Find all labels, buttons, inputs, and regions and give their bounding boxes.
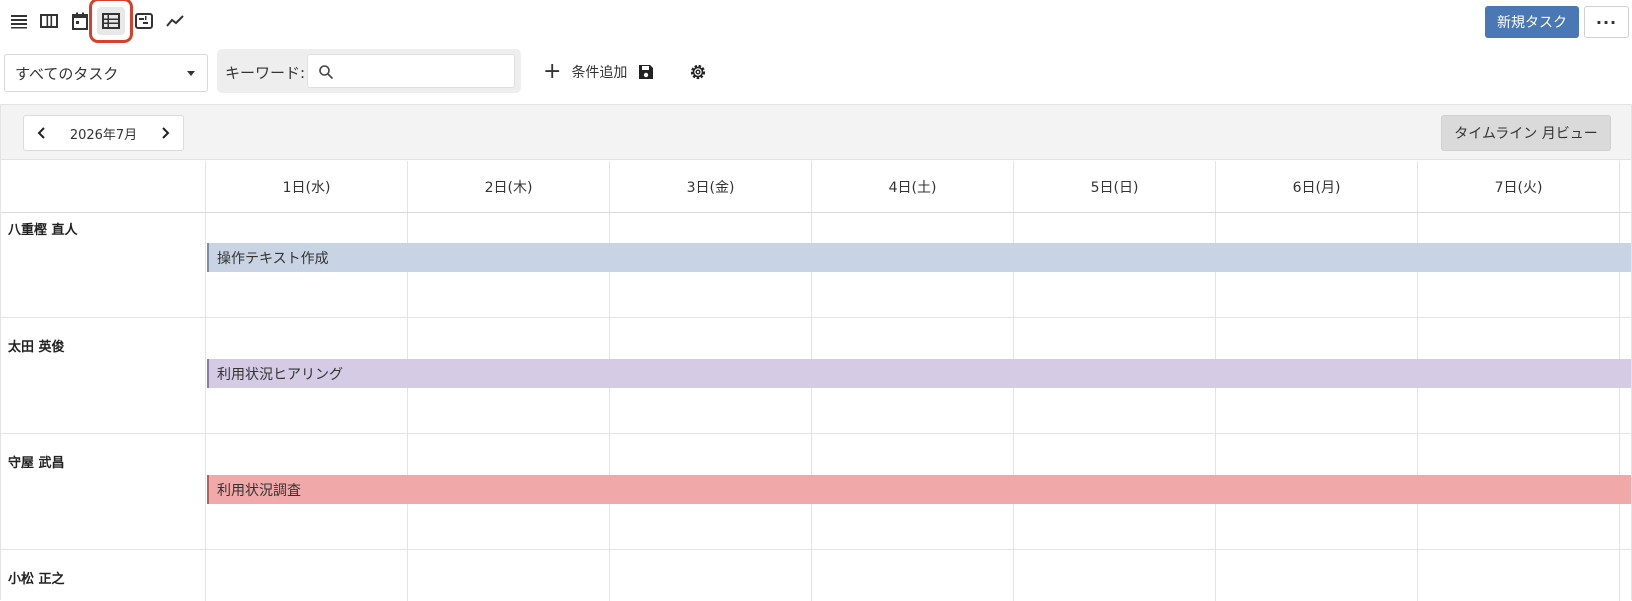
- day-header: 6日(月): [1215, 161, 1417, 212]
- prev-month-button[interactable]: [24, 116, 60, 150]
- task-filter-selected: すべてのタスク: [15, 64, 119, 83]
- timeline-header: 2026年7月 タイムライン 月ビュー: [1, 105, 1631, 160]
- day-header: 4日(土): [811, 161, 1013, 212]
- timeline-panel: 2026年7月 タイムライン 月ビュー 1日(水) 2日(木) 3日(金) 4日…: [0, 104, 1632, 601]
- selection-highlight-ring: [89, 0, 133, 43]
- add-condition-button[interactable]: + 条件追加: [543, 60, 627, 84]
- keyword-label: キーワード:: [225, 64, 306, 82]
- chevron-right-icon: [162, 127, 170, 139]
- current-month-label: 2026年7月: [69, 127, 138, 143]
- grid-column-line: [205, 213, 206, 601]
- top-toolbar: 新規タスク ···: [0, 0, 1632, 44]
- save-icon[interactable]: [634, 60, 658, 84]
- timeline-month-view-button[interactable]: タイムライン 月ビュー: [1441, 115, 1611, 151]
- plus-icon: +: [543, 59, 562, 84]
- chevron-down-icon: [187, 71, 195, 76]
- grid-row-line: [1, 433, 1631, 434]
- keyword-search-input[interactable]: [307, 54, 515, 88]
- grid-row-line: [1, 317, 1631, 318]
- day-header-row: 1日(水) 2日(木) 3日(金) 4日(土) 5日(日) 6日(月) 7日(火…: [1, 161, 1631, 213]
- more-menu-button[interactable]: ···: [1584, 6, 1629, 38]
- task-bar[interactable]: 利用状況調査: [207, 475, 1631, 504]
- timeline-grid: 1日(水) 2日(木) 3日(金) 4日(土) 5日(日) 6日(月) 7日(火…: [1, 161, 1631, 601]
- board-view-icon[interactable]: [35, 7, 63, 35]
- chevron-left-icon: [37, 127, 45, 139]
- search-icon: [319, 65, 334, 80]
- day-header: 5日(日): [1013, 161, 1215, 212]
- add-condition-label: 条件追加: [571, 65, 628, 81]
- gantt-view-icon[interactable]: [130, 7, 158, 35]
- grid-row-line: [1, 549, 1631, 550]
- timeline-view-icon[interactable]: [89, 0, 133, 43]
- keyword-search-group: キーワード:: [217, 49, 521, 93]
- assignee-name: 太田 英俊: [8, 340, 65, 355]
- gear-icon[interactable]: [686, 60, 710, 84]
- day-header: 2日(木): [407, 161, 609, 212]
- assignee-name: 八重樫 直人: [8, 223, 78, 238]
- next-month-button[interactable]: [147, 116, 183, 150]
- task-bar[interactable]: 操作テキスト作成: [207, 243, 1631, 272]
- chart-view-icon[interactable]: [161, 7, 189, 35]
- assignee-name: 守屋 武昌: [8, 456, 65, 471]
- day-header-edge: [1619, 161, 1631, 212]
- day-header: 1日(水): [205, 161, 407, 212]
- list-view-icon[interactable]: [5, 7, 33, 35]
- assignee-name: 小松 正之: [8, 572, 65, 587]
- task-bar[interactable]: 利用状況ヒアリング: [207, 359, 1631, 388]
- month-navigator: 2026年7月: [23, 115, 184, 151]
- day-header: 7日(火): [1417, 161, 1619, 212]
- day-header: 3日(金): [609, 161, 811, 212]
- new-task-button[interactable]: 新規タスク: [1485, 6, 1579, 38]
- task-filter-select[interactable]: すべてのタスク: [4, 54, 208, 92]
